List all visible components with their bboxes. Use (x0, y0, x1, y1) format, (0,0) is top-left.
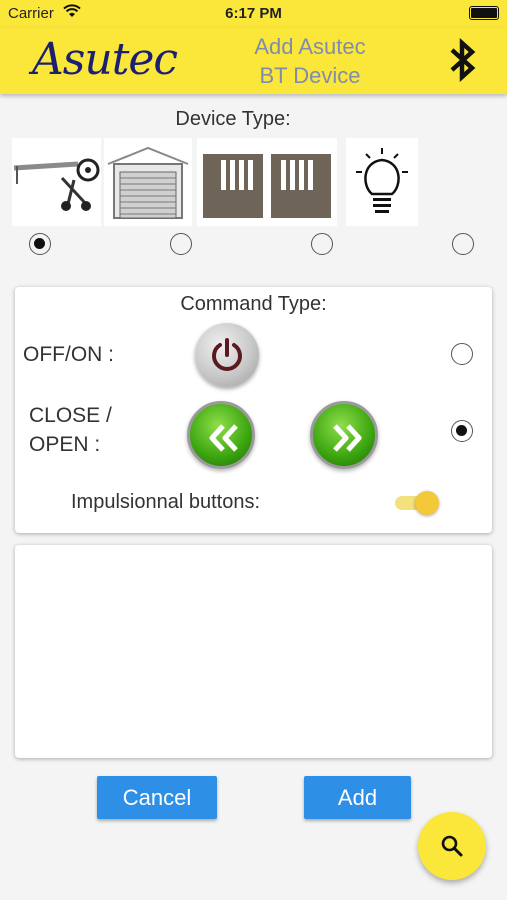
close-open-label-line2: OPEN : (29, 433, 101, 456)
app-bar: Asutec Add Asutec BT Device (0, 28, 507, 94)
close-open-label-line1: CLOSE / (29, 404, 112, 427)
impulsional-toggle[interactable] (395, 490, 439, 516)
asutec-logo: Asutec (32, 34, 178, 85)
battery-icon (469, 6, 499, 20)
add-button[interactable]: Add (304, 776, 411, 819)
device-type-label: Device Type: (175, 108, 291, 130)
double-chevron-left-icon (209, 424, 238, 452)
impulsional-label: Impulsionnal buttons: (71, 491, 261, 513)
pool-roller-icon (13, 158, 100, 211)
open-button[interactable] (310, 401, 378, 469)
page-title-line2: BT Device (259, 63, 361, 88)
device-radio-gate[interactable] (311, 233, 333, 255)
command-type-title: Command Type: (180, 293, 327, 315)
device-image-garage[interactable] (104, 138, 192, 226)
device-radio-light[interactable] (452, 233, 474, 255)
gate-icon (203, 154, 331, 218)
device-list-panel (15, 545, 492, 758)
command-type-card: Command Type: OFF/ON : CLOSE / OPEN : Im… (15, 287, 492, 533)
command-radio-close-open[interactable] (451, 420, 473, 442)
light-bulb-icon (356, 148, 408, 213)
garage-door-icon (107, 146, 189, 219)
page-title-line1: Add Asutec (254, 34, 366, 59)
bluetooth-icon[interactable] (444, 38, 480, 82)
device-image-light[interactable] (346, 138, 418, 226)
close-open-label: CLOSE / OPEN : (29, 401, 112, 459)
close-button[interactable] (187, 401, 255, 469)
command-radio-off-on[interactable] (451, 343, 473, 365)
power-button[interactable] (195, 323, 259, 387)
device-radio-pool-roller[interactable] (29, 233, 51, 255)
device-image-pool-roller[interactable] (12, 138, 101, 226)
power-icon (212, 338, 242, 371)
device-image-gate[interactable] (197, 138, 337, 226)
cancel-button[interactable]: Cancel (97, 776, 217, 819)
search-icon (441, 835, 463, 857)
status-bar: Carrier 6:17 PM (0, 0, 507, 28)
status-time: 6:17 PM (225, 5, 282, 22)
double-chevron-right-icon (333, 424, 362, 452)
search-fab[interactable] (418, 812, 486, 880)
off-on-label: OFF/ON : (23, 343, 114, 366)
device-radio-garage[interactable] (170, 233, 192, 255)
page-title: Add Asutec BT Device (232, 32, 388, 90)
